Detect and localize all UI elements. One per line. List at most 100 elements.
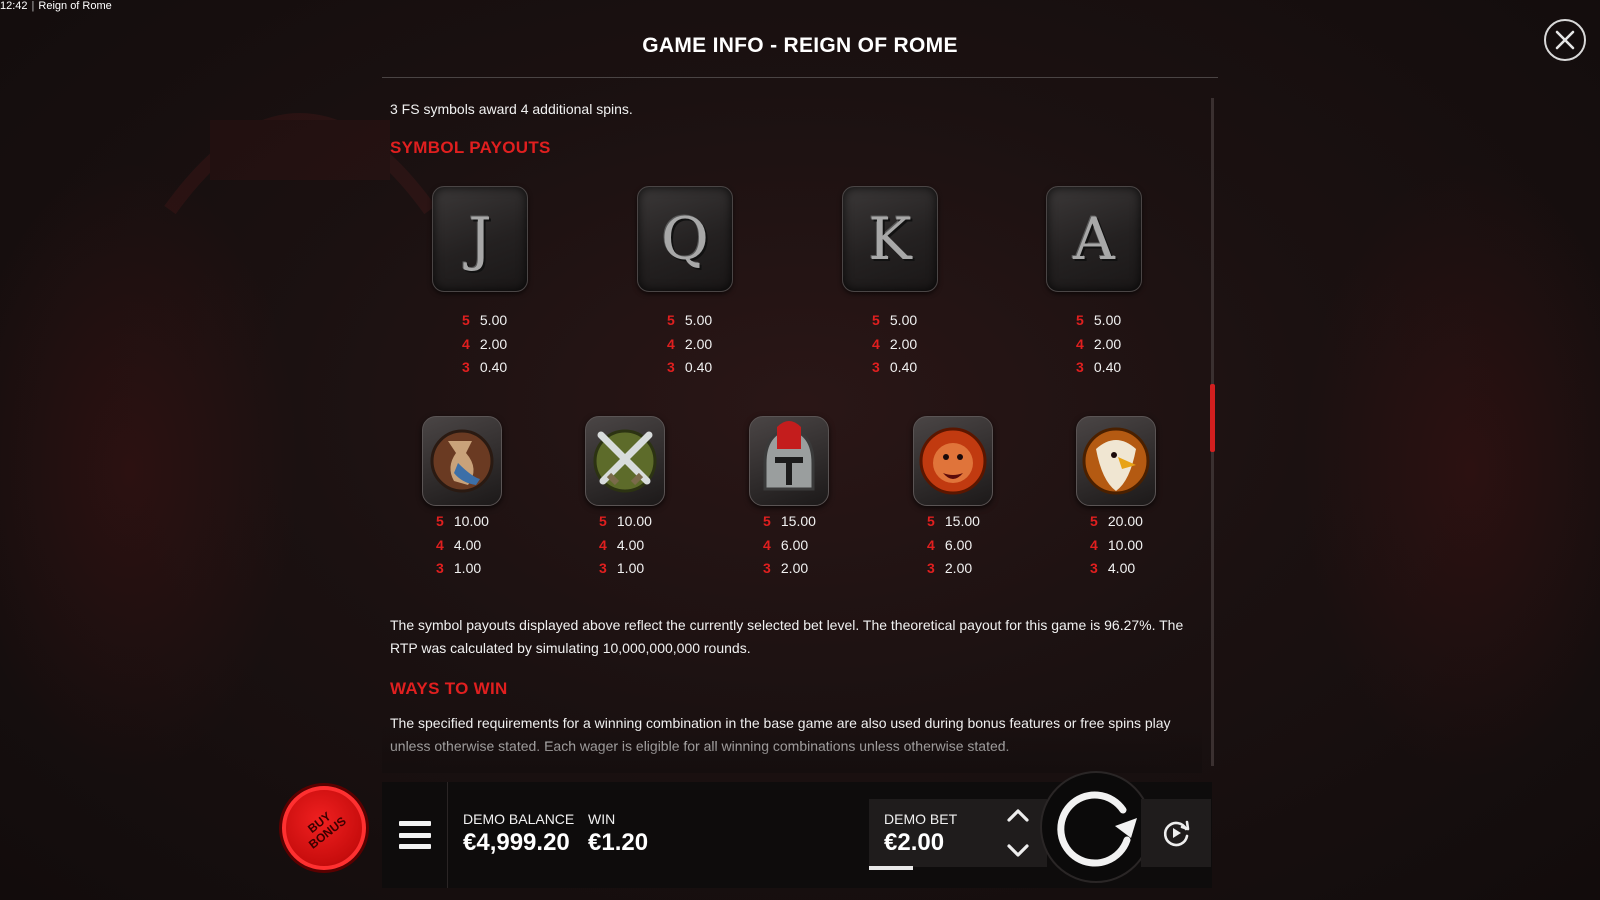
card-glyph: Q (661, 205, 709, 273)
payout-value: 4.00 (616, 536, 645, 553)
scrollbar-thumb[interactable] (1210, 384, 1215, 452)
payout-count: 4 (1076, 335, 1084, 352)
payout-value: 0.40 (889, 359, 918, 375)
spin-icon (1057, 791, 1137, 867)
payout-row: 4 2.00 (872, 333, 917, 357)
eagle-icon (1082, 427, 1150, 495)
premium-symbol-5 (1076, 416, 1156, 506)
intro-text: 3 FS symbols award 4 additional spins. (390, 101, 633, 117)
payout-value: 5.00 (1093, 312, 1122, 328)
card-symbol-j: J (432, 186, 532, 294)
premium-symbol-2 (585, 416, 665, 506)
payout-value: 0.40 (684, 359, 713, 375)
game-info-screen: 12:42 | Reign of Rome GAME INFO - REIGN … (0, 0, 1600, 900)
payout-count: 5 (599, 513, 607, 529)
payout-count: 5 (1090, 513, 1098, 529)
payout-row: 3 0.40 (667, 356, 712, 380)
payout-count: 3 (927, 560, 935, 576)
jack-card-icon: J (432, 186, 528, 292)
payout-value: 5.00 (479, 312, 508, 328)
card-glyph: A (1073, 205, 1115, 273)
menu-button[interactable] (382, 782, 448, 888)
payout-row: 3 4.00 (1090, 557, 1143, 581)
bet-increase-icon[interactable] (1006, 807, 1030, 823)
ways-text-line-1: The specified requirements for a winning… (390, 715, 1171, 731)
payout-value: 2.00 (944, 560, 973, 576)
card-glyph: K (868, 205, 912, 273)
payout-count: 5 (462, 312, 470, 328)
horn-icon (430, 429, 494, 493)
payout-value: 15.00 (944, 513, 980, 529)
payout-value: 5.00 (889, 312, 918, 328)
payout-count: 4 (667, 335, 675, 352)
payout-row: 4 2.00 (462, 333, 507, 357)
buy-bonus-button[interactable]: BUY BONUS (282, 786, 366, 870)
payout-value: 15.00 (780, 513, 816, 529)
bet-decrease-icon[interactable] (1006, 843, 1030, 859)
autoplay-icon (1163, 820, 1190, 847)
card-symbol-q: Q (637, 186, 737, 294)
payout-count: 3 (872, 359, 880, 375)
payout-count: 3 (763, 560, 771, 576)
hamburger-menu-icon (398, 821, 431, 849)
payout-row: 3 0.40 (462, 356, 507, 380)
payout-table: 5 5.00 4 2.00 3 0.40 (462, 309, 507, 380)
crossed-swords-icon (593, 429, 657, 493)
payout-row: 5 5.00 (872, 309, 917, 333)
win-label: WIN (588, 811, 616, 827)
payout-row: 5 5.00 (462, 309, 507, 333)
info-content[interactable]: 3 FS symbols award 4 additional spins. S… (382, 98, 1192, 770)
payout-count: 4 (436, 536, 444, 553)
payout-row: 4 2.00 (1076, 333, 1121, 357)
payout-value: 1.00 (616, 560, 645, 576)
payout-row: 5 20.00 (1090, 510, 1143, 534)
payout-count: 5 (763, 513, 771, 529)
clock-time: 12:42 (0, 0, 28, 12)
autoplay-button[interactable] (1141, 799, 1211, 867)
payout-row: 4 6.00 (927, 534, 980, 558)
background-glow-right (1300, 160, 1600, 780)
payout-row: 4 10.00 (1090, 534, 1143, 558)
payout-row: 5 15.00 (927, 510, 980, 534)
premium-symbol-1 (422, 416, 502, 506)
payout-row: 4 4.00 (599, 534, 652, 558)
payout-value: 10.00 (1107, 536, 1143, 553)
payout-row: 4 2.00 (667, 333, 712, 357)
payout-count: 3 (667, 359, 675, 375)
payout-value: 6.00 (944, 536, 973, 553)
status-separator: | (31, 0, 35, 12)
payout-count: 3 (436, 560, 444, 576)
payout-row: 5 10.00 (436, 510, 489, 534)
payout-count: 5 (872, 312, 880, 328)
payout-table: 5 20.00 4 10.00 3 4.00 (1090, 510, 1143, 581)
payout-row: 3 2.00 (927, 557, 980, 581)
payout-value: 20.00 (1107, 513, 1143, 529)
payout-row: 3 1.00 (436, 557, 489, 581)
payout-row: 5 5.00 (1076, 309, 1121, 333)
rtp-text-line-1: The symbol payouts displayed above refle… (390, 617, 1184, 633)
bet-adjust-controls (989, 799, 1047, 867)
king-card-icon: K (842, 186, 938, 292)
payout-row: 4 6.00 (763, 534, 816, 558)
payout-value: 2.00 (479, 335, 508, 352)
close-button[interactable] (1544, 19, 1586, 61)
demo-bet-value: €2.00 (884, 829, 945, 856)
payout-row: 5 10.00 (599, 510, 652, 534)
payout-count: 3 (599, 560, 607, 576)
status-bar: 12:42 | Reign of Rome (0, 0, 112, 12)
card-glyph: J (468, 205, 492, 273)
payout-value: 4.00 (1107, 560, 1136, 576)
payout-value: 10.00 (616, 513, 652, 529)
payout-count: 4 (763, 536, 771, 553)
payout-count: 5 (436, 513, 444, 529)
gladiator-helmet-icon (763, 421, 815, 491)
symbol-payouts-heading: SYMBOL PAYOUTS (390, 138, 551, 157)
payout-value: 6.00 (780, 536, 809, 553)
payout-table: 5 15.00 4 6.00 3 2.00 (763, 510, 816, 581)
payout-count: 3 (1090, 560, 1098, 576)
payout-count: 4 (1090, 536, 1098, 553)
spin-button[interactable] (1040, 771, 1152, 883)
ways-to-win-heading: WAYS TO WIN (390, 679, 508, 698)
rtp-text-line-2: RTP was calculated by simulating 10,000,… (390, 640, 751, 656)
payout-value: 2.00 (780, 560, 809, 576)
